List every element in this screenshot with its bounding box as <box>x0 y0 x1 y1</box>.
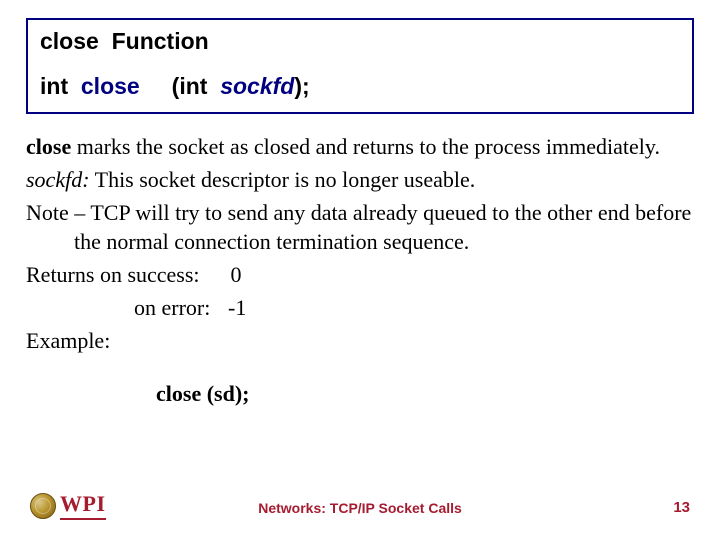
title-word-function: Function <box>112 28 209 54</box>
desc-p3: Note – TCP will try to send any data alr… <box>26 198 694 256</box>
footer-title: Networks: TCP/IP Socket Calls <box>258 500 462 516</box>
returns-error-text: on error: <box>134 295 210 320</box>
returns-error-line: on error:-1 <box>26 293 694 322</box>
title-funcname: close <box>40 28 99 54</box>
p2-text: This socket descriptor is no longer usea… <box>90 167 476 192</box>
sig-return-type: int <box>40 73 68 99</box>
p1-funcname: close <box>26 134 71 159</box>
wpi-logo: WPI <box>30 491 106 520</box>
wpi-logo-text: WPI <box>60 491 106 520</box>
sig-arg: sockfd <box>220 73 294 99</box>
returns-success-line: Returns on success: 0 <box>26 260 694 289</box>
p2-argname: sockfd: <box>26 167 90 192</box>
returns-success-value: 0 <box>212 260 242 289</box>
desc-p1: close marks the socket as closed and ret… <box>26 132 694 161</box>
function-definition-box: close Function int close (int sockfd); <box>26 18 694 114</box>
description-body: close marks the socket as closed and ret… <box>26 132 694 408</box>
sig-function-name: close <box>81 73 140 99</box>
example-code: close (sd); <box>156 379 694 408</box>
returns-error-value: -1 <box>216 293 246 322</box>
desc-p2: sockfd: This socket descriptor is no lon… <box>26 165 694 194</box>
returns-label: Returns <box>26 262 94 287</box>
sig-paren-open: (int <box>172 73 208 99</box>
page-number: 13 <box>673 499 690 516</box>
example-label: Example: <box>26 326 694 355</box>
box-title: close Function <box>40 28 680 55</box>
wpi-seal-icon <box>30 493 56 519</box>
slide-footer: WPI Networks: TCP/IP Socket Calls 13 <box>0 480 720 520</box>
function-signature: int close (int sockfd); <box>40 73 680 100</box>
returns-block: Returns on success: 0 on error:-1 <box>26 260 694 322</box>
slide: close Function int close (int sockfd); c… <box>0 0 720 540</box>
p1-text: marks the socket as closed and returns t… <box>71 134 660 159</box>
returns-success-text: on success: <box>94 262 199 287</box>
sig-paren-close: ); <box>294 73 309 99</box>
